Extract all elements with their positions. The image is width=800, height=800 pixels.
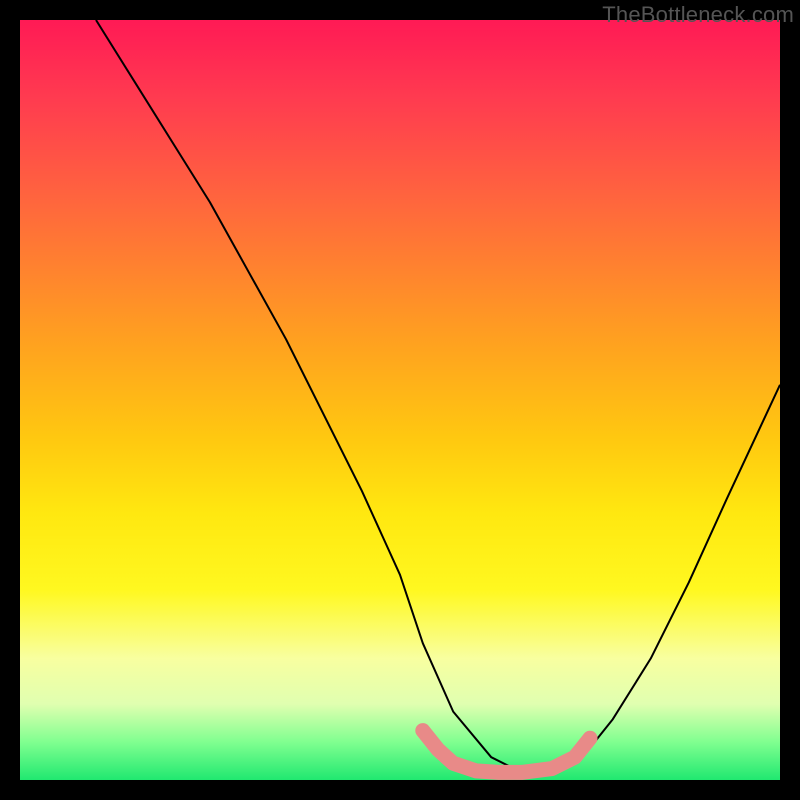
performance-curve — [96, 20, 780, 772]
chart-svg — [20, 20, 780, 780]
watermark-text: TheBottleneck.com — [602, 2, 794, 28]
bottleneck-chart — [20, 20, 780, 780]
optimal-range-highlight — [423, 731, 590, 773]
